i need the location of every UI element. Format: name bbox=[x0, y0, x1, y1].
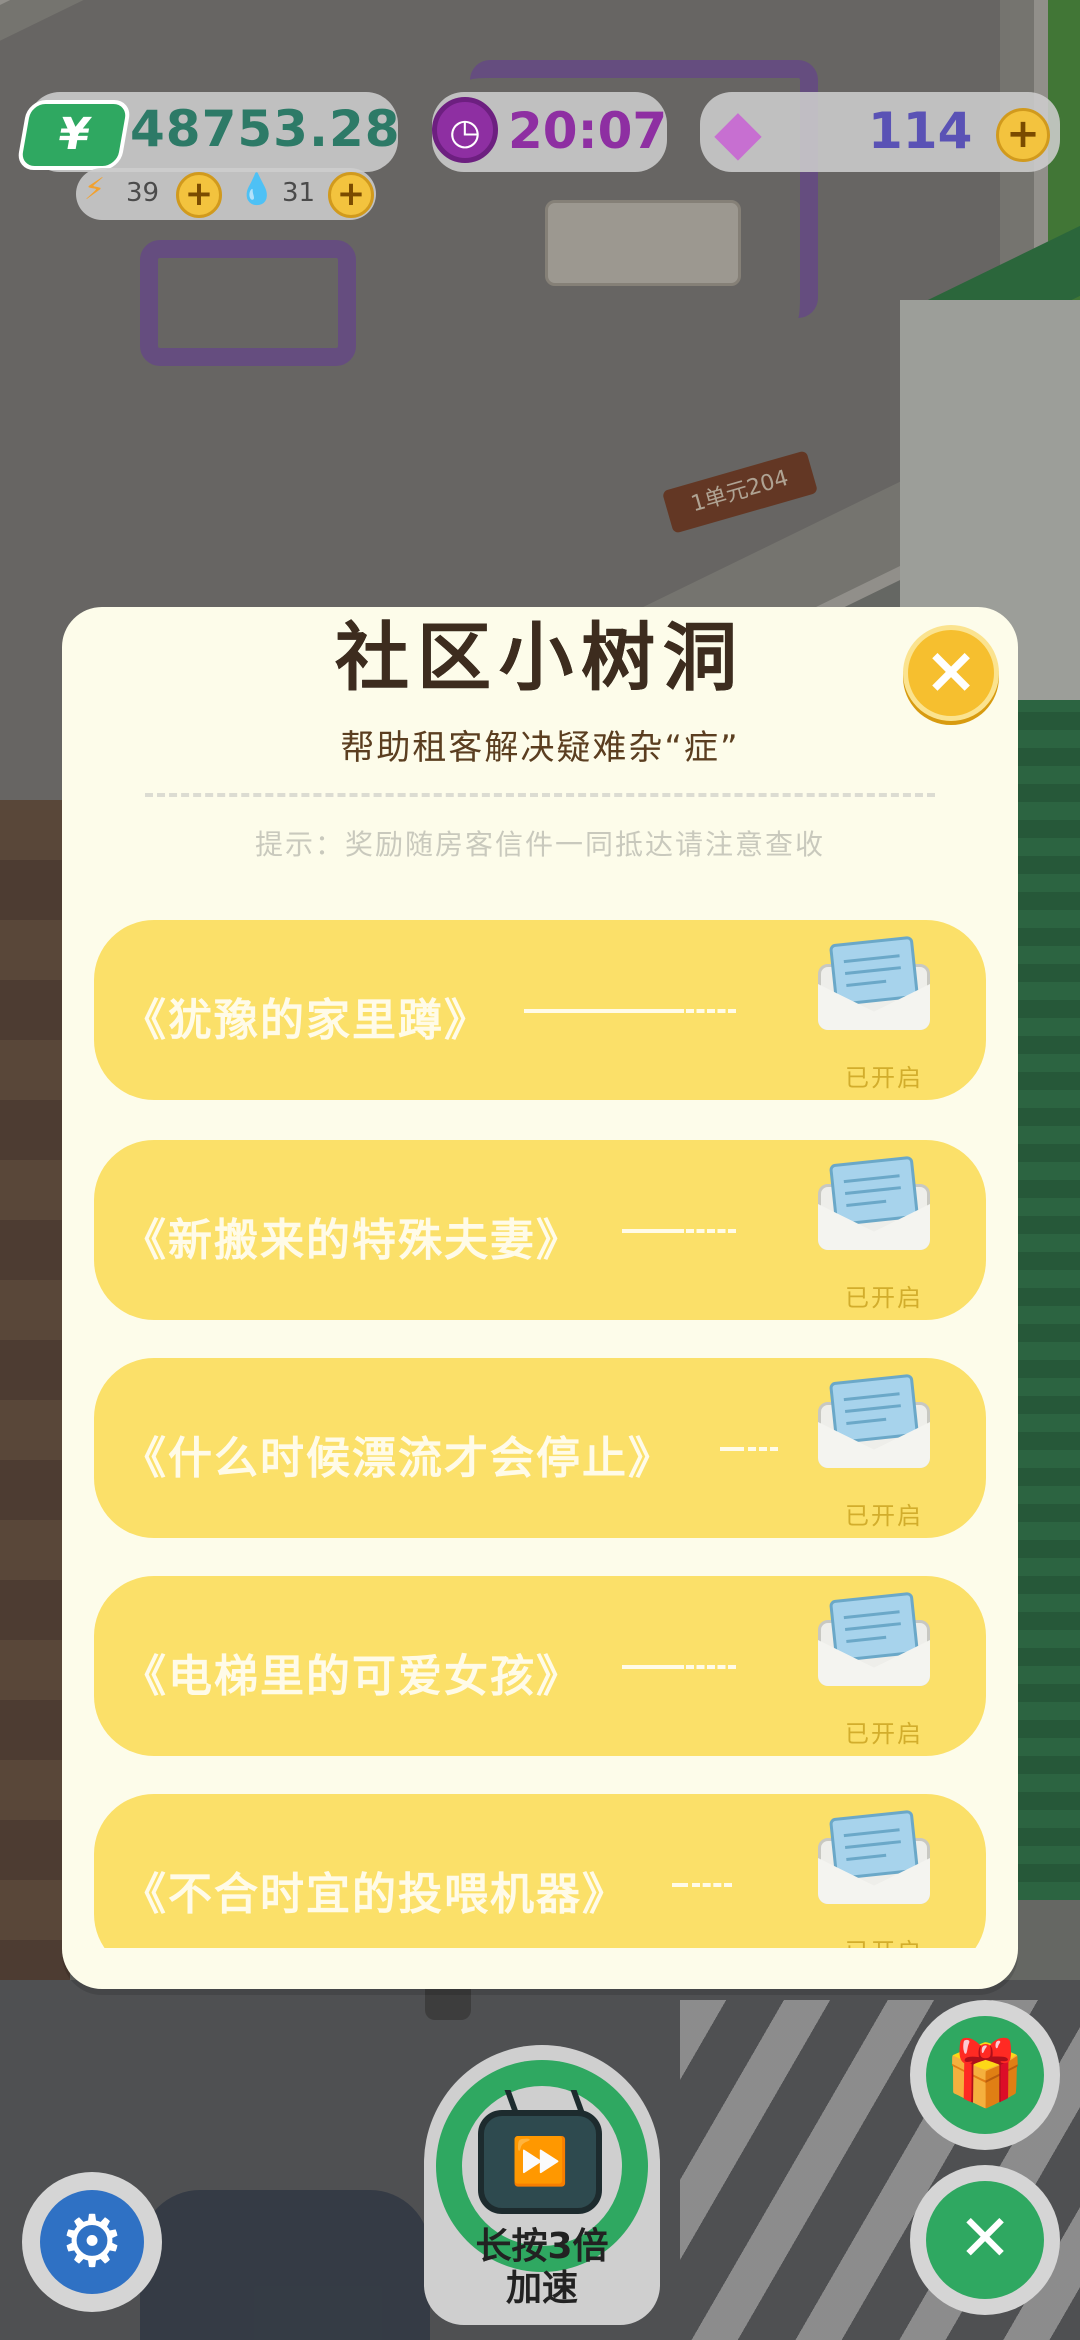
story-status: 已开启 bbox=[845, 1502, 923, 1530]
divider bbox=[686, 1665, 736, 1669]
divider bbox=[686, 1229, 736, 1233]
water-value: 31 bbox=[282, 178, 316, 208]
close-button[interactable]: × bbox=[903, 625, 999, 721]
story-title: 《电梯里的可爱女孩》 bbox=[122, 1651, 582, 1702]
divider bbox=[524, 1009, 684, 1013]
divider bbox=[692, 1883, 732, 1887]
story-status: 已开启 bbox=[845, 1284, 923, 1312]
story-status: 已开启 bbox=[845, 1720, 923, 1748]
drop-icon: 💧 bbox=[238, 172, 276, 207]
add-energy-button[interactable]: + bbox=[176, 172, 222, 218]
story-status: 已开启 bbox=[834, 1932, 934, 1948]
divider bbox=[748, 1447, 778, 1451]
speed-label-line1: 长按3倍 bbox=[475, 2226, 609, 2267]
divider bbox=[145, 793, 935, 797]
money-value: 48753.28 bbox=[130, 100, 401, 158]
gift-icon: 🎁 bbox=[926, 2016, 1044, 2134]
energy-value: 39 bbox=[126, 178, 160, 208]
dialog-subtitle: 帮助租客解决疑难杂“症” bbox=[340, 728, 740, 768]
story-title: 《新搬来的特殊夫妻》 bbox=[122, 1215, 582, 1266]
story-card[interactable]: 《犹豫的家里蹲》 已开启 bbox=[94, 920, 986, 1100]
story-status: 已开启 bbox=[845, 1064, 923, 1092]
divider bbox=[622, 1229, 684, 1233]
envelope-icon bbox=[818, 1809, 930, 1906]
story-list[interactable]: 《犹豫的家里蹲》 已开启 《新搬来的特殊夫妻》 已开启 《什么时候漂流才会停止》… bbox=[94, 920, 986, 1948]
divider bbox=[672, 1883, 688, 1887]
dialog-hint: 提示：奖励随房客信件一同抵达请注意查收 bbox=[254, 828, 825, 861]
bolt-icon: ⚡ bbox=[84, 172, 106, 207]
story-card[interactable]: 《新搬来的特殊夫妻》 已开启 bbox=[94, 1140, 986, 1320]
story-card[interactable]: 《电梯里的可爱女孩》 已开启 bbox=[94, 1576, 986, 1756]
envelope-icon bbox=[818, 1591, 930, 1688]
add-gems-button[interactable]: + bbox=[996, 108, 1050, 162]
speed-label-line2: 加速 bbox=[505, 2268, 578, 2309]
story-card[interactable]: 《不合时宜的投喂机器》 已开启 bbox=[94, 1794, 986, 1948]
story-title: 《什么时候漂流才会停止》 bbox=[122, 1433, 674, 1484]
gem-icon: ◆ bbox=[714, 95, 762, 168]
add-water-button[interactable]: + bbox=[328, 172, 374, 218]
clock-icon: ◷ bbox=[432, 97, 498, 163]
envelope-icon bbox=[818, 1373, 930, 1470]
envelope-icon bbox=[818, 1155, 930, 1252]
speed-up-label: 长按3倍 加速 bbox=[424, 2226, 660, 2310]
story-card[interactable]: 《什么时候漂流才会停止》 已开启 bbox=[94, 1358, 986, 1538]
tools-icon: ✕ bbox=[926, 2181, 1044, 2299]
divider bbox=[686, 1009, 736, 1013]
divider bbox=[622, 1665, 684, 1669]
envelope-icon bbox=[818, 935, 930, 1032]
tv-fast-forward-icon: ⏩ bbox=[478, 2110, 602, 2214]
game-time: 20:07 bbox=[508, 102, 668, 160]
gear-icon: ⚙ bbox=[40, 2190, 144, 2294]
divider bbox=[720, 1447, 744, 1451]
gem-value: 114 bbox=[868, 102, 973, 160]
yuan-icon: ¥ bbox=[15, 100, 133, 170]
story-title: 《不合时宜的投喂机器》 bbox=[122, 1869, 628, 1920]
story-title: 《犹豫的家里蹲》 bbox=[122, 995, 490, 1046]
